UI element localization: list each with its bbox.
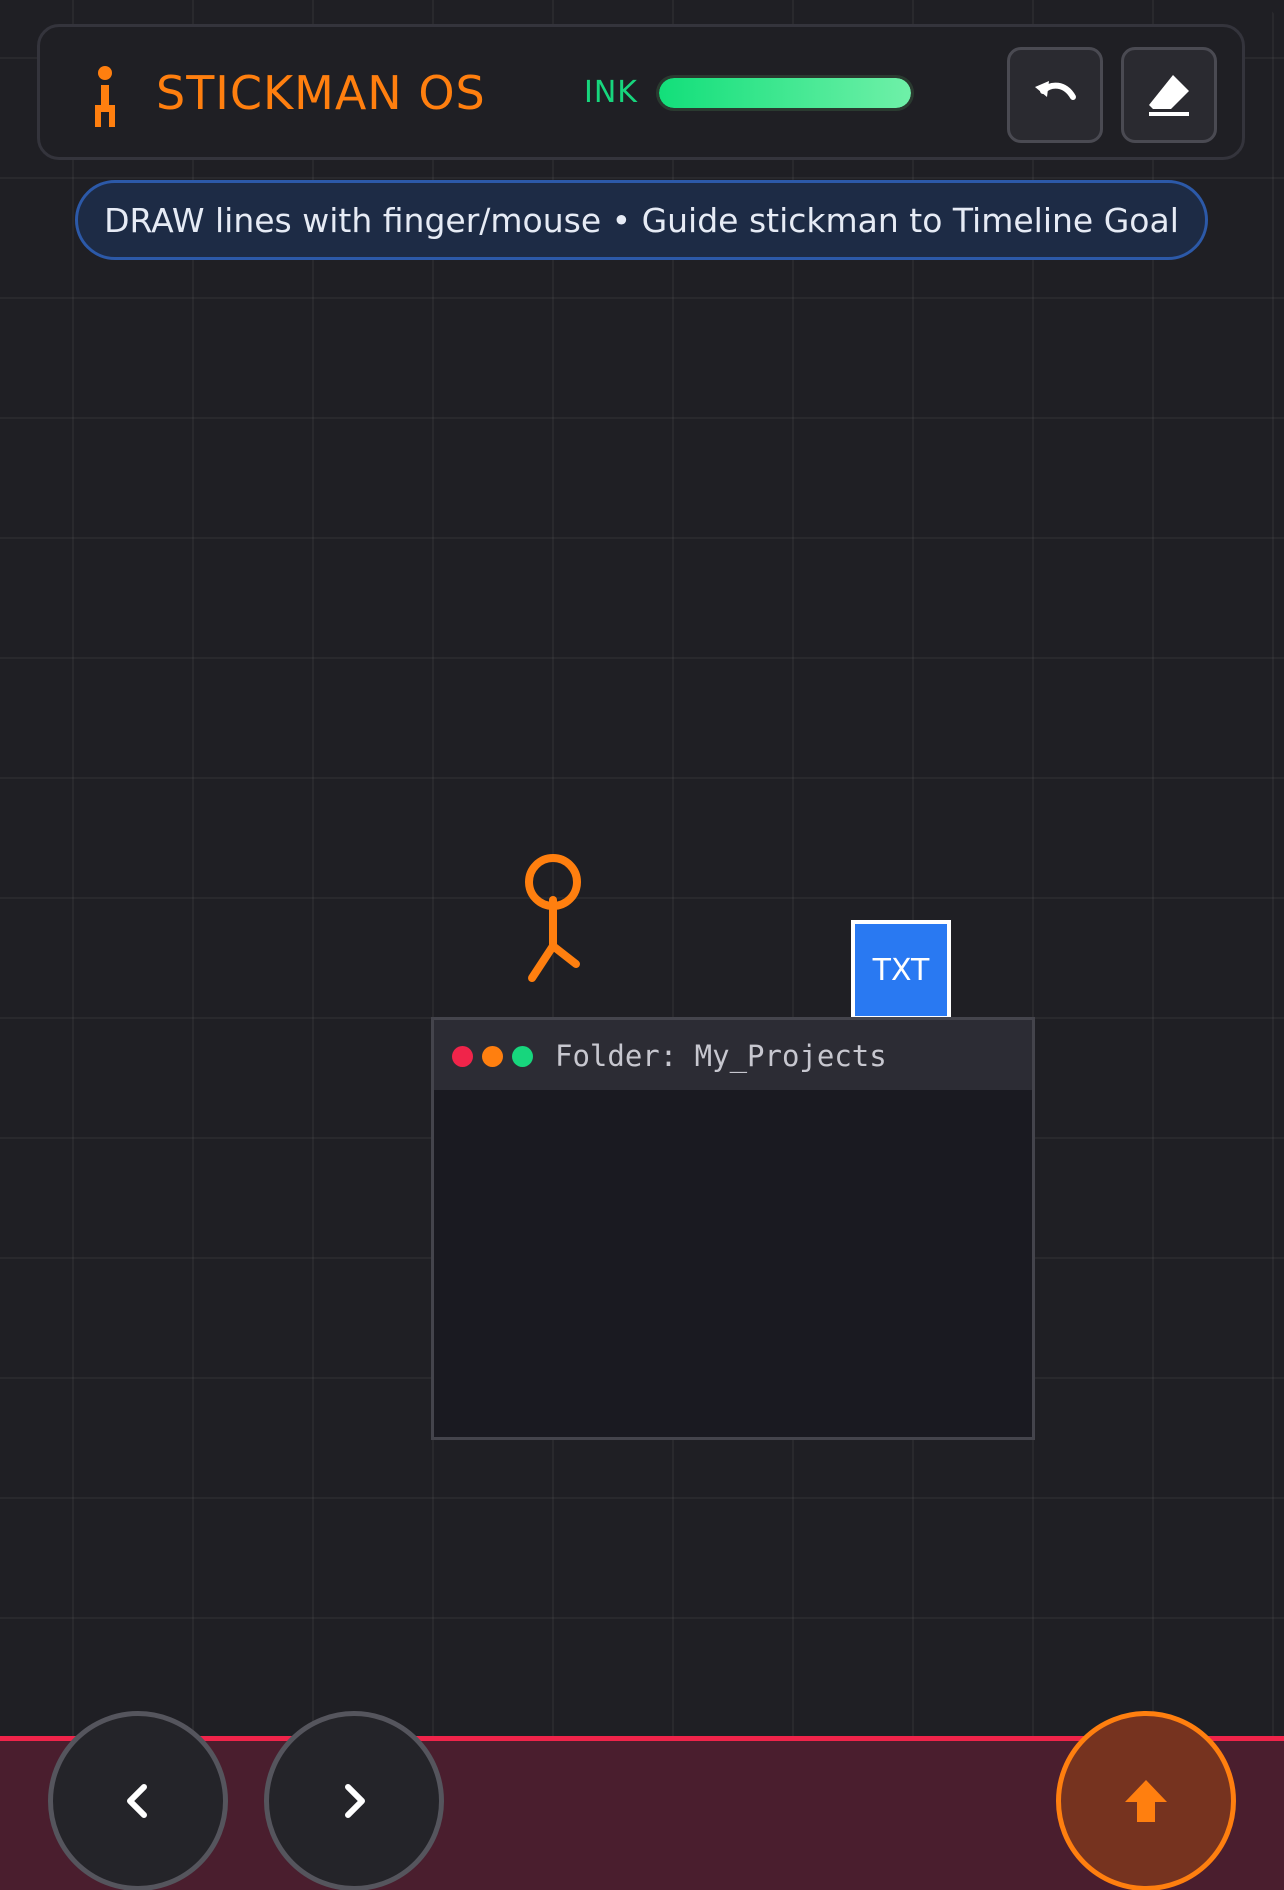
ink-meter-fill — [659, 78, 911, 108]
chevron-left-icon — [127, 1784, 147, 1818]
eraser-icon — [1149, 75, 1189, 116]
move-right-button[interactable] — [264, 1711, 444, 1890]
chevron-right-icon — [345, 1784, 365, 1818]
undo-arrow-icon — [1035, 81, 1076, 100]
ink-meter — [656, 75, 914, 111]
stickman-player-icon — [525, 854, 581, 982]
jump-button[interactable] — [1056, 1711, 1236, 1890]
minimize-dot — [482, 1046, 503, 1067]
folder-window: Folder: My_Projects — [431, 1017, 1035, 1440]
arrow-up-icon — [1125, 1780, 1167, 1822]
txt-file-block[interactable]: TXT — [851, 920, 951, 1020]
folder-title: Folder: My_Projects — [555, 1039, 887, 1073]
move-left-button[interactable] — [48, 1711, 228, 1890]
close-dot — [452, 1046, 473, 1067]
app-title: STICKMAN OS — [156, 66, 486, 120]
stickman-figure-icon — [95, 66, 115, 127]
undo-button[interactable] — [1007, 47, 1103, 143]
eraser-button[interactable] — [1121, 47, 1217, 143]
maximize-dot — [512, 1046, 533, 1067]
folder-titlebar: Folder: My_Projects — [434, 1020, 1032, 1090]
game-canvas[interactable]: STICKMAN OS INK DRAW lines with finger/m… — [0, 0, 1284, 1890]
instruction-hint: DRAW lines with finger/mouse • Guide sti… — [75, 180, 1208, 260]
header-bar: STICKMAN OS INK — [37, 24, 1245, 160]
ink-label: INK — [584, 75, 638, 110]
